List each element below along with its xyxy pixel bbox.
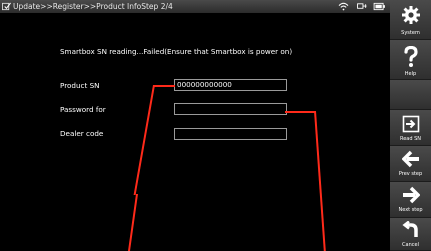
dealer-code-field[interactable] bbox=[174, 128, 287, 140]
title-bar: Update>>Register>>Product InfoStep 2/4 bbox=[0, 0, 390, 13]
product-sn-field[interactable]: 000000000000 bbox=[174, 79, 287, 91]
next-step-button[interactable]: Next step bbox=[390, 182, 431, 218]
callout-line-pw-horizontal bbox=[285, 111, 315, 113]
arrow-right-icon bbox=[402, 186, 420, 204]
main-panel: Smartbox SN reading...Failed(Ensure that… bbox=[0, 13, 390, 251]
prev-step-button[interactable]: Prev step bbox=[390, 146, 431, 182]
toolbar-spacer bbox=[390, 80, 431, 110]
wifi-icon bbox=[338, 2, 349, 11]
read-arrow-icon bbox=[402, 115, 419, 133]
product-sn-label: Product SN bbox=[60, 81, 100, 90]
password-label: Password for bbox=[60, 105, 106, 114]
status-message: Smartbox SN reading...Failed(Ensure that… bbox=[60, 47, 293, 56]
system-button[interactable]: System bbox=[390, 0, 431, 40]
breadcrumb-title: Update>>Register>>Product InfoStep 2/4 bbox=[13, 2, 173, 11]
system-label: System bbox=[401, 30, 420, 36]
read-sn-label: Read SN bbox=[399, 136, 422, 142]
cancel-label: Cancel bbox=[402, 242, 419, 248]
arrow-left-icon bbox=[401, 150, 419, 168]
callout-line-sn-horizontal bbox=[154, 85, 175, 87]
battery-icon bbox=[373, 2, 385, 11]
question-mark-icon bbox=[403, 46, 418, 67]
usb-connection-icon bbox=[357, 3, 367, 9]
help-button[interactable]: Help bbox=[390, 40, 431, 80]
password-field[interactable] bbox=[174, 103, 287, 115]
read-sn-button[interactable]: Read SN bbox=[390, 110, 431, 146]
help-label: Help bbox=[404, 71, 417, 77]
prev-step-label: Prev step bbox=[398, 171, 423, 177]
gear-icon bbox=[401, 6, 420, 24]
undo-icon bbox=[401, 221, 418, 237]
cancel-button[interactable]: Cancel bbox=[390, 218, 431, 251]
checkbox-edit-icon bbox=[2, 2, 11, 11]
dealer-code-label: Dealer code bbox=[60, 129, 104, 138]
next-step-label: Next step bbox=[398, 207, 423, 213]
right-toolbar: System Help Read SN Prev step Next step bbox=[390, 0, 431, 251]
